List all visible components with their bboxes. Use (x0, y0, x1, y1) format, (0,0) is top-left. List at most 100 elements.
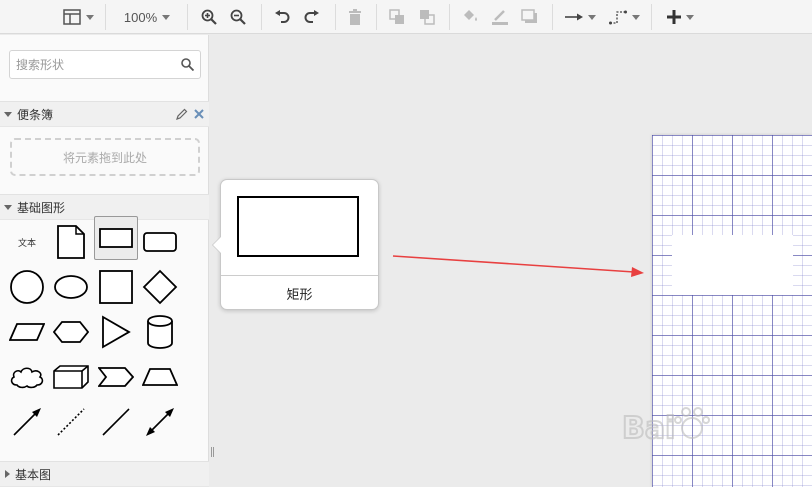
chevron-down-icon (631, 14, 640, 20)
shape-diamond[interactable] (138, 265, 182, 309)
line-icon (102, 408, 130, 436)
chevron-down-icon (685, 14, 694, 20)
arrow-line-icon (13, 408, 41, 436)
search-input[interactable] (16, 51, 181, 78)
parallelogram-shape-icon (9, 323, 45, 341)
cloud-shape-icon (10, 367, 44, 389)
chevron-down-icon (587, 14, 596, 20)
shape-cloud[interactable] (5, 355, 49, 399)
edit-pencil-icon[interactable] (176, 108, 188, 120)
shape-trapezoid[interactable] (138, 355, 182, 399)
text-shape-label: 文本 (17, 237, 36, 248)
fill-color-button[interactable] (458, 4, 482, 30)
shape-step[interactable] (94, 355, 138, 399)
note-shape-icon (57, 225, 85, 259)
rectangle-preview (237, 196, 359, 257)
toolbar-divider (651, 4, 652, 30)
insert-plus-icon (666, 10, 681, 24)
undo-button[interactable] (271, 4, 293, 30)
shape-cylinder[interactable] (138, 310, 182, 354)
connection-style-button[interactable] (562, 4, 598, 30)
zoom-in-button[interactable] (198, 4, 220, 30)
sidebar-splitter[interactable] (211, 447, 214, 457)
shape-cube[interactable] (49, 355, 93, 399)
shape-text[interactable]: 文本 (5, 220, 49, 264)
search-icon[interactable] (181, 58, 194, 71)
shape-dashed-line[interactable] (49, 400, 93, 444)
line-color-icon (492, 10, 508, 25)
scratchpad-header[interactable]: 便条簿 (0, 101, 209, 127)
rectangle-shape-icon (99, 228, 133, 248)
to-back-button[interactable] (416, 4, 438, 30)
redo-button[interactable] (301, 4, 323, 30)
zoom-level: 100% (123, 9, 158, 25)
tooltip-pointer-inner (213, 237, 221, 253)
shape-arrow-line[interactable] (5, 400, 49, 444)
format-panel-icon (62, 9, 81, 25)
chevron-down-icon (162, 14, 171, 20)
cube-shape-icon (53, 365, 89, 389)
shape-bidirectional-arrow[interactable] (138, 400, 182, 444)
circle-shape-icon (10, 270, 44, 304)
shape-sidebar: 便条簿 将元素拖到此处 基础图形 文本 (0, 35, 209, 487)
waypoints-button[interactable] (606, 4, 642, 30)
format-panel-button[interactable] (58, 4, 98, 30)
connection-arrow-icon (564, 13, 583, 21)
zoom-out-icon (230, 9, 246, 25)
shape-rounded-rectangle[interactable] (138, 220, 182, 264)
shape-hexagon[interactable] (49, 310, 93, 354)
dashed-line-icon (57, 408, 85, 436)
annotation-arrow (392, 255, 644, 277)
shape-triangle[interactable] (94, 310, 138, 354)
tooltip-shape-name: 矩形 (286, 287, 313, 302)
shape-parallelogram[interactable] (5, 310, 49, 354)
shape-note[interactable] (49, 220, 93, 264)
canvas-rectangle-shape[interactable] (672, 235, 793, 295)
toolbar-divider (261, 4, 262, 30)
square-shape-icon (99, 270, 133, 304)
hexagon-shape-icon (53, 321, 89, 343)
toolbar-divider (187, 4, 188, 30)
zoom-dropdown[interactable]: 100% (116, 4, 178, 30)
line-color-button[interactable] (488, 4, 512, 30)
delete-button[interactable] (344, 4, 366, 30)
tooltip-divider (221, 275, 378, 276)
shape-preview-tooltip: 矩形 (212, 179, 379, 310)
to-back-icon (420, 10, 435, 25)
cylinder-shape-icon (147, 315, 173, 349)
scratchpad-title: 便条簿 (17, 107, 54, 122)
insert-button[interactable] (660, 4, 700, 30)
ellipse-shape-icon (54, 275, 88, 299)
shape-circle[interactable] (5, 265, 49, 309)
shape-square[interactable] (94, 265, 138, 309)
toolbar-divider (552, 4, 553, 30)
general-shapes-title: 基础图形 (17, 200, 66, 215)
shape-rectangle[interactable] (94, 216, 138, 260)
shape-line[interactable] (94, 400, 138, 444)
advanced-shapes-header[interactable]: 基本图 (0, 461, 209, 487)
rounded-rectangle-shape-icon (143, 232, 177, 252)
scratchpad-dropzone[interactable]: 将元素拖到此处 (10, 138, 200, 176)
step-shape-icon (98, 367, 134, 387)
to-front-button[interactable] (386, 4, 408, 30)
shadow-button[interactable] (518, 4, 542, 30)
baidu-watermark-logo: Bai (621, 407, 710, 447)
delete-icon (349, 9, 361, 25)
zoom-out-button[interactable] (227, 4, 249, 30)
search-box (9, 50, 201, 79)
chevron-down-icon (85, 14, 94, 20)
advanced-shapes-title: 基本图 (15, 467, 52, 482)
fill-color-icon (464, 10, 477, 21)
toolbar-divider (105, 4, 106, 30)
shadow-icon (521, 9, 537, 23)
triangle-shape-icon (102, 315, 131, 349)
close-icon[interactable] (194, 109, 204, 119)
toolbar: 100% (0, 0, 812, 34)
undo-icon (275, 10, 290, 23)
shape-ellipse[interactable] (49, 265, 93, 309)
waypoints-icon (608, 10, 627, 25)
to-front-icon (389, 9, 404, 24)
zoom-in-icon (201, 9, 217, 25)
toolbar-divider (376, 4, 377, 30)
diamond-shape-icon (142, 269, 178, 305)
